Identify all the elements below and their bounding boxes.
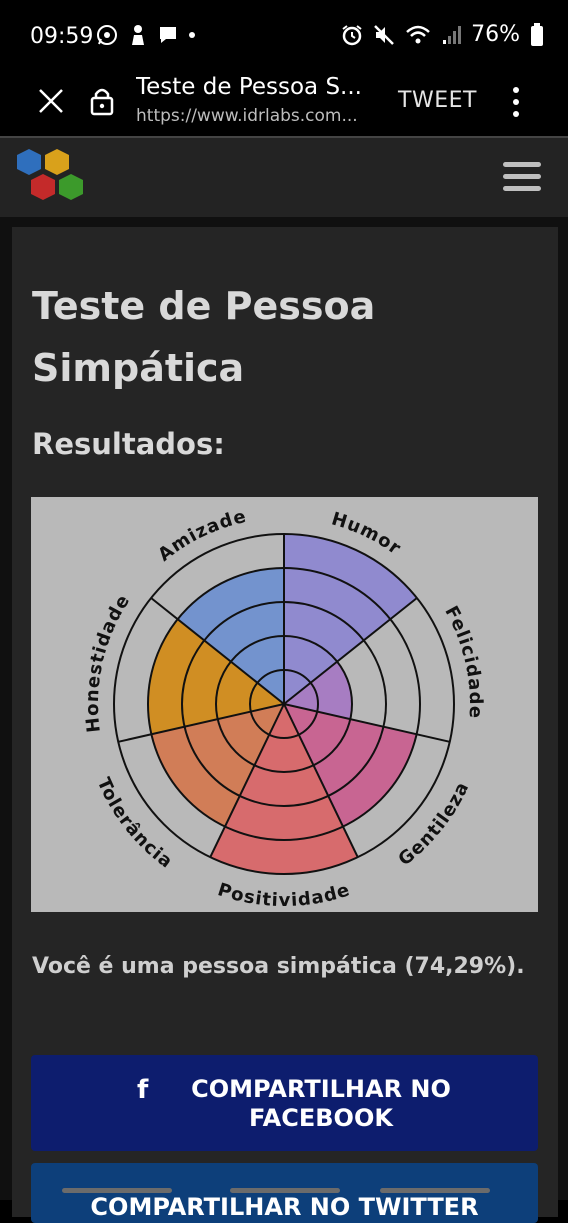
results-heading: Resultados: xyxy=(32,427,225,461)
facebook-icon: f xyxy=(137,1075,149,1105)
mute-icon xyxy=(374,24,394,45)
facebook-share-label: COMPARTILHAR NO FACEBOOK xyxy=(191,1075,451,1132)
close-icon[interactable] xyxy=(36,86,66,116)
wifi-icon xyxy=(406,25,430,43)
browser-toolbar: Teste de Pessoa S... https://www.idrlabs… xyxy=(0,72,568,136)
facebook-share-button[interactable]: f COMPARTILHAR NO FACEBOOK xyxy=(31,1055,538,1151)
gesture-hint xyxy=(62,1188,172,1193)
status-right-icons: 76% xyxy=(341,22,544,47)
signal-icon xyxy=(443,25,462,44)
chart-label-amizade: Amizade xyxy=(154,506,249,566)
tab-title[interactable]: Teste de Pessoa S... xyxy=(136,74,381,100)
alarm-icon xyxy=(342,24,362,45)
gesture-bar xyxy=(0,1186,568,1200)
status-left-icons xyxy=(96,24,196,46)
more-options-icon[interactable] xyxy=(506,84,526,120)
address-url[interactable]: https://www.idrlabs.com... xyxy=(136,106,381,126)
tweet-button[interactable]: TWEET xyxy=(398,88,477,113)
menu-bar xyxy=(503,174,541,179)
results-chart: Humor Felicidade Gentileza Positividade Tole… xyxy=(31,497,538,912)
menu-button[interactable] xyxy=(503,162,541,194)
battery-icon xyxy=(531,22,543,46)
status-time: 09:59 xyxy=(30,24,94,49)
chat-icon xyxy=(160,27,176,43)
lock-icon xyxy=(90,88,114,116)
site-header xyxy=(0,136,568,219)
result-card: Teste de Pessoa Simpática Resultados: Hu… xyxy=(12,227,558,1223)
gesture-hint xyxy=(380,1188,490,1193)
chart-label-positividade: Positividade xyxy=(215,879,353,911)
dot-icon xyxy=(189,32,195,38)
site-logo-icon[interactable] xyxy=(14,148,88,206)
battery-percent: 76% xyxy=(471,22,520,47)
menu-bar xyxy=(503,162,541,167)
chart-label-felicidade: Felicidade xyxy=(440,603,486,720)
gesture-hint xyxy=(230,1188,340,1193)
result-text: Você é uma pessoa simpática (74,29%). xyxy=(32,954,525,979)
chart-label-gentileza: Gentileza xyxy=(394,778,473,870)
chart-sector-humor xyxy=(284,534,417,704)
status-bar: 09:59 76% xyxy=(0,0,568,72)
content-area: Teste de Pessoa Simpática Resultados: Hu… xyxy=(0,217,568,1223)
notification-icon xyxy=(132,25,144,45)
menu-bar xyxy=(503,186,541,191)
whatsapp-icon xyxy=(97,25,117,45)
chart-label-honestidade: Honestidade xyxy=(82,591,135,734)
polar-chart: HumorFelicidadeGentilezaPositividadeTole… xyxy=(82,506,486,911)
page-title: Teste de Pessoa Simpática xyxy=(32,284,376,390)
